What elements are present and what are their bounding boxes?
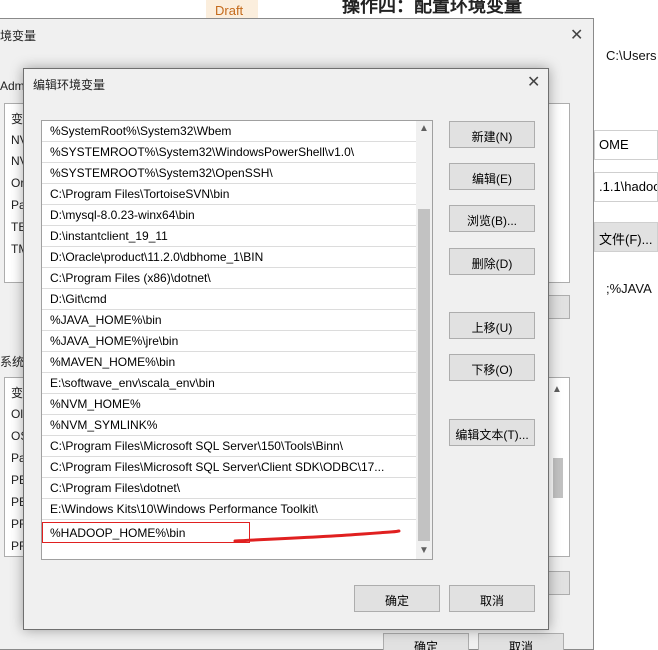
path-list: %SystemRoot%\System32\Wbem %SYSTEMROOT%\…	[41, 120, 433, 560]
scroll-up-icon[interactable]: ▲	[552, 384, 562, 395]
path-row[interactable]: %MAVEN_HOME%\bin	[42, 352, 416, 373]
user-delete-button-edge[interactable]	[548, 295, 570, 319]
list-item: Ol	[11, 407, 23, 421]
ok-button[interactable]: 确定	[354, 585, 440, 612]
bg-file-button[interactable]: 文件(F)...	[594, 222, 658, 252]
bg-field-hadoop: .1.1\hadoo	[594, 172, 658, 202]
bg-field-ome: OME	[594, 130, 658, 160]
browse-button[interactable]: 浏览(B)...	[449, 205, 535, 232]
scroll-up-icon[interactable]: ▲	[416, 121, 432, 137]
edit-text-button[interactable]: 编辑文本(T)...	[449, 419, 535, 446]
new-button[interactable]: 新建(N)	[449, 121, 535, 148]
user-vars-list: 变 NV NV Or Pa TE TM	[4, 103, 28, 283]
system-delete-button-edge[interactable]	[548, 571, 570, 595]
path-row[interactable]: %SystemRoot%\System32\Wbem	[42, 121, 416, 142]
scroll-thumb[interactable]	[418, 209, 430, 541]
path-row[interactable]: %NVM_SYMLINK%	[42, 415, 416, 436]
path-row[interactable]: %JAVA_HOME%\jre\bin	[42, 331, 416, 352]
move-up-button[interactable]: 上移(U)	[449, 312, 535, 339]
path-row[interactable]: %NVM_HOME%	[42, 394, 416, 415]
outer-cancel-button[interactable]: 取消	[478, 633, 564, 650]
cancel-button[interactable]: 取消	[449, 585, 535, 612]
system-vars-list-right-edge: ▲	[548, 377, 570, 557]
path-row[interactable]: D:\Git\cmd	[42, 289, 416, 310]
path-row-hadoop-selected[interactable]: %HADOOP_HOME%\bin	[42, 522, 250, 543]
path-row[interactable]: D:\mysql-8.0.23-winx64\bin	[42, 205, 416, 226]
draft-tag: Draft	[206, 0, 258, 20]
path-row[interactable]: C:\Program Files\TortoiseSVN\bin	[42, 184, 416, 205]
path-row[interactable]: C:\Program Files\dotnet\	[42, 478, 416, 499]
list-item: 变	[11, 112, 24, 126]
path-row[interactable]: C:\Program Files\Microsoft SQL Server\15…	[42, 436, 416, 457]
outer-dialog-title: 境变量	[0, 29, 37, 43]
red-annotation-stroke	[233, 529, 401, 543]
user-vars-list-right-edge	[548, 103, 570, 283]
edit-button[interactable]: 编辑(E)	[449, 163, 535, 190]
doc-heading: 操作四：配置环境变量	[342, 0, 522, 17]
path-row[interactable]: D:\instantclient_19_11	[42, 226, 416, 247]
path-row[interactable]: E:\Windows Kits\10\Windows Performance T…	[42, 499, 416, 520]
scroll-thumb[interactable]	[553, 458, 563, 498]
inner-dialog-title: 编辑环境变量	[33, 78, 106, 92]
path-row[interactable]: %JAVA_HOME%\bin	[42, 310, 416, 331]
scroll-down-icon[interactable]: ▼	[416, 543, 432, 559]
path-row[interactable]: D:\Oracle\product\11.2.0\dbhome_1\BIN	[42, 247, 416, 268]
delete-button[interactable]: 删除(D)	[449, 248, 535, 275]
path-row[interactable]: %SYSTEMROOT%\System32\OpenSSH\	[42, 163, 416, 184]
user-vars-label: Adm	[0, 79, 25, 93]
path-row[interactable]: C:\Program Files (x86)\dotnet\	[42, 268, 416, 289]
path-row[interactable]: %SYSTEMROOT%\System32\WindowsPowerShell\…	[42, 142, 416, 163]
close-icon[interactable]: ✕	[570, 25, 583, 45]
path-row[interactable]: C:\Program Files\Microsoft SQL Server\Cl…	[42, 457, 416, 478]
system-vars-label: 系统	[0, 355, 25, 369]
system-vars-list: 变 Ol OS Pa PE PE PR PR	[4, 377, 28, 557]
close-icon[interactable]: ✕	[527, 72, 540, 92]
path-row[interactable]: E:\softwave_env\scala_env\bin	[42, 373, 416, 394]
bg-java-text: ;%JAVA	[606, 281, 652, 296]
move-down-button[interactable]: 下移(O)	[449, 354, 535, 381]
bg-path-text: C:\Users	[606, 48, 657, 63]
list-item: 变	[11, 386, 24, 400]
path-list-scrollbar[interactable]: ▲ ▼	[416, 121, 432, 559]
outer-ok-button[interactable]: 确定	[383, 633, 469, 650]
